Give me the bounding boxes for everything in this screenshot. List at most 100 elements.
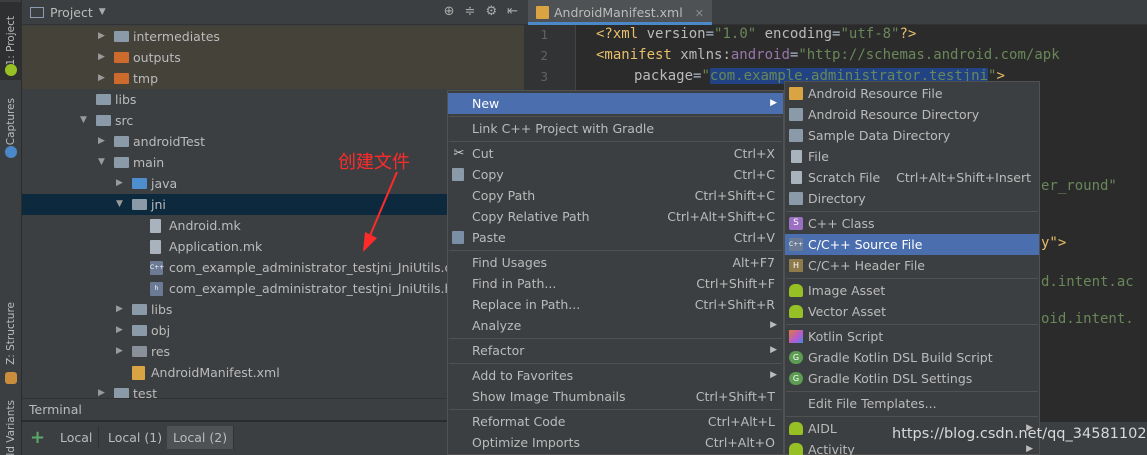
collapse-all-icon[interactable]: ≑	[465, 4, 476, 19]
menu-item[interactable]: Copy Path Ctrl+Shift+C	[448, 185, 783, 206]
menu-item[interactable]: Analyze ▶	[448, 315, 783, 336]
chevron-right-icon[interactable]: ▶	[116, 320, 123, 341]
menu-item[interactable]: Replace in Path... Ctrl+Shift+R	[448, 294, 783, 315]
code-line-1: <?xml version="1.0" encoding="utf-8"?>	[596, 26, 917, 42]
chevron-down-icon[interactable]: ▼	[98, 152, 105, 173]
side-tab-structure[interactable]: Z: Structure	[0, 298, 22, 368]
menu-item[interactable]: Directory	[785, 188, 1039, 209]
folder-icon	[96, 115, 111, 126]
menu-item[interactable]: Paste Ctrl+V	[448, 227, 783, 248]
terminal-tab-local-1[interactable]: Local (1)	[102, 426, 170, 449]
chevron-right-icon[interactable]: ▶	[116, 173, 123, 194]
menu-item-label: Sample Data Directory	[808, 128, 951, 143]
locate-icon[interactable]: ⊕	[444, 4, 455, 19]
chevron-right-icon[interactable]: ▶	[116, 299, 123, 320]
menu-item[interactable]: Copy Ctrl+C	[448, 164, 783, 185]
tree-item[interactable]: ▶ intermediates	[22, 26, 524, 47]
terminal-tab-local[interactable]: Local	[54, 426, 100, 449]
submenu-arrow-icon: ▶	[770, 370, 777, 380]
folder-icon	[132, 199, 147, 210]
menu-item[interactable]: ✂ Cut Ctrl+X	[448, 143, 783, 164]
menu-item[interactable]: C++ C/C++ Source File	[785, 234, 1039, 255]
menu-item-label: Find in Path...	[472, 276, 557, 291]
menu-item-shortcut: Alt+F7	[732, 255, 775, 270]
gear-icon[interactable]: ⚙	[485, 4, 497, 19]
chevron-down-icon[interactable]: ▼	[80, 110, 87, 131]
menu-item[interactable]: Reformat Code Ctrl+Alt+L	[448, 411, 783, 432]
menu-item[interactable]: Optimize Imports Ctrl+Alt+O	[448, 432, 783, 453]
chevron-right-icon[interactable]: ▶	[98, 131, 105, 152]
menu-item[interactable]: Scratch File Ctrl+Alt+Shift+Insert	[785, 167, 1039, 188]
chevron-right-icon[interactable]: ▶	[116, 341, 123, 362]
menu-item-shortcut: Ctrl+Shift+C	[694, 188, 775, 203]
menu-item[interactable]: G Gradle Kotlin DSL Build Script	[785, 347, 1039, 368]
menu-item[interactable]: Edit File Templates...	[785, 393, 1039, 414]
terminal-tab-local-2[interactable]: Local (2)	[167, 426, 235, 449]
menu-item[interactable]: Add to Favorites ▶	[448, 365, 783, 386]
side-tab-build-variants[interactable]: Build Variants	[0, 400, 22, 455]
chevron-right-icon[interactable]: ▶	[98, 383, 105, 398]
editor-tab-bar: AndroidManifest.xml ✕	[524, 0, 1147, 25]
menu-item-shortcut: Ctrl+Alt+O	[705, 435, 775, 450]
cpp-source-icon: C++	[789, 238, 803, 251]
chevron-right-icon[interactable]: ▶	[98, 26, 105, 47]
scratch-file-icon	[791, 171, 802, 184]
folder-icon	[96, 94, 111, 105]
menu-item[interactable]: Vector Asset	[785, 301, 1039, 322]
project-panel-title[interactable]: Project	[50, 5, 93, 20]
cpp-header-icon: H	[789, 259, 803, 272]
menu-item-label: Add to Favorites	[472, 368, 574, 383]
menu-item[interactable]: Sample Data Directory	[785, 125, 1039, 146]
new-session-icon[interactable]: +	[30, 427, 45, 448]
menu-item[interactable]: File	[785, 146, 1039, 167]
tree-item-label: libs	[151, 302, 173, 317]
menu-item[interactable]: Copy Relative Path Ctrl+Alt+Shift+C	[448, 206, 783, 227]
hide-panel-icon[interactable]: ⇤	[507, 4, 518, 19]
file-icon	[791, 150, 802, 163]
chevron-right-icon[interactable]: ▶	[98, 68, 105, 89]
folder-icon	[789, 129, 803, 142]
close-icon[interactable]: ✕	[695, 7, 704, 20]
submenu-arrow-icon: ▶	[770, 98, 777, 108]
menu-item[interactable]: Image Asset	[785, 280, 1039, 301]
menu-item[interactable]: Link C++ Project with Gradle	[448, 118, 783, 139]
menu-item[interactable]: Android Resource Directory	[785, 104, 1039, 125]
menu-item[interactable]: Show Image Thumbnails Ctrl+Shift+T	[448, 386, 783, 407]
menu-item-label: Paste	[472, 230, 506, 245]
line-number: 2	[540, 48, 548, 63]
tree-item-label: libs	[115, 92, 137, 107]
chevron-down-icon[interactable]: ▼	[116, 194, 123, 215]
menu-item[interactable]: G Gradle Kotlin DSL Settings	[785, 368, 1039, 389]
chevron-right-icon[interactable]: ▶	[98, 47, 105, 68]
menu-item[interactable]: Android Resource File	[785, 83, 1039, 104]
menu-item-label: AIDL	[808, 421, 837, 436]
code-line-2: <manifest xmlns:android="http://schemas.…	[596, 47, 1060, 63]
tree-item-label: AndroidManifest.xml	[151, 365, 280, 380]
menu-item-shortcut: Ctrl+Alt+Shift+Insert	[896, 170, 1031, 185]
tree-item[interactable]: ▶ outputs	[22, 47, 524, 68]
tree-item-label: jni	[151, 197, 166, 212]
code-fragment: d.intent.ac	[1041, 274, 1134, 290]
menu-item[interactable]: Find in Path... Ctrl+Shift+F	[448, 273, 783, 294]
editor-tab-manifest[interactable]: AndroidManifest.xml ✕	[528, 0, 712, 25]
menu-item[interactable]: New ▶	[448, 93, 783, 114]
code-fragment: y">	[1041, 235, 1067, 251]
menu-item[interactable]: S C++ Class	[785, 213, 1039, 234]
menu-item-label: Gradle Kotlin DSL Settings	[808, 371, 973, 386]
menu-item[interactable]: Find Usages Alt+F7	[448, 252, 783, 273]
menu-item[interactable]: Refactor ▶	[448, 340, 783, 361]
menu-separator	[449, 141, 782, 142]
xml-file-icon	[132, 366, 145, 380]
tree-item[interactable]: ▶ tmp	[22, 68, 524, 89]
tree-item-label: androidTest	[133, 134, 206, 149]
tree-item-label: tmp	[133, 71, 159, 86]
menu-item[interactable]: Kotlin Script	[785, 326, 1039, 347]
folder-orange-icon	[114, 52, 129, 63]
structure-icon	[5, 372, 17, 384]
android-icon	[789, 443, 803, 455]
menu-item[interactable]: H C/C++ Header File	[785, 255, 1039, 276]
folder-blue-icon	[132, 178, 147, 189]
dropdown-arrow-icon[interactable]: ▼	[99, 7, 106, 17]
menu-item-label: Link C++ Project with Gradle	[472, 121, 655, 136]
menu-item-label: Gradle Kotlin DSL Build Script	[808, 350, 993, 365]
